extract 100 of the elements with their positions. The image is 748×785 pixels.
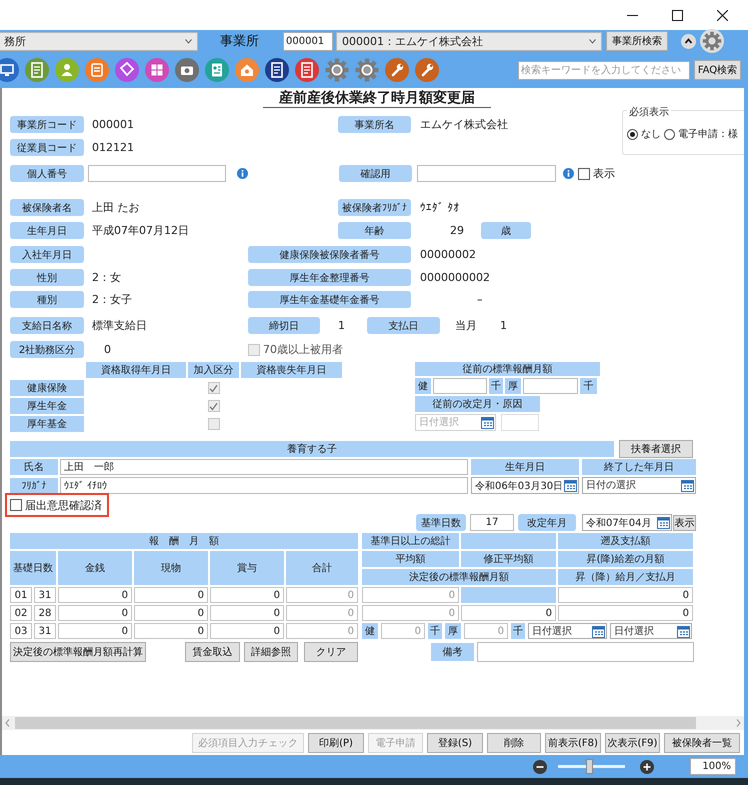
unit-label: 千 xyxy=(511,623,525,639)
gear-icon[interactable] xyxy=(325,58,349,82)
wrench-icon[interactable] xyxy=(385,58,409,82)
calendar-icon xyxy=(677,624,690,638)
radio-button[interactable] xyxy=(664,128,675,140)
office-dropdown[interactable]: 000001：エムケイ株式会社 xyxy=(336,32,602,50)
slider-thumb[interactable] xyxy=(586,759,594,774)
date-field[interactable]: 日付の選択 xyxy=(582,477,696,494)
field-value: 2：女 xyxy=(92,270,122,285)
table-cell: 03 xyxy=(10,623,32,639)
reason-field[interactable] xyxy=(501,414,539,430)
field-value: 0000000002 xyxy=(420,271,490,284)
column-header: 基礎日数 xyxy=(10,551,56,585)
document-icon[interactable] xyxy=(295,58,319,82)
field-label: 入社年月日 xyxy=(10,246,84,263)
id-card-icon[interactable] xyxy=(205,58,229,82)
module-dropdown[interactable]: 務所 xyxy=(0,32,198,50)
clear-button[interactable]: クリア xyxy=(304,642,358,662)
amount-field[interactable]: 0 xyxy=(558,587,693,603)
faq-search-button[interactable]: FAQ検索 xyxy=(694,60,741,80)
checkbox[interactable] xyxy=(10,499,22,511)
amount-field[interactable]: 0 xyxy=(558,605,693,621)
grid-icon[interactable] xyxy=(145,58,169,82)
child-name-field[interactable]: 上田 一郎 xyxy=(60,459,468,475)
field-label: 確認用 xyxy=(339,165,412,182)
field-label: ﾌﾘｶﾞﾅ xyxy=(10,478,58,494)
details-button[interactable]: 詳細参照 xyxy=(244,642,298,662)
column-header: 平均額 xyxy=(362,551,459,567)
table-cell: 02 xyxy=(10,605,32,621)
column-header: 生年月日 xyxy=(471,459,579,475)
chevron-right-icon[interactable] xyxy=(736,719,741,727)
amount-field[interactable]: 0 xyxy=(58,623,132,639)
zoom-level-field[interactable]: 100% xyxy=(690,758,736,775)
dependent-select-button[interactable]: 扶養者選択 xyxy=(619,440,693,458)
close-icon[interactable] xyxy=(717,10,728,20)
amount-field[interactable]: 0 xyxy=(461,605,556,621)
field-value: 平成07年07月12日 xyxy=(92,223,190,238)
row-header: 健康保険 xyxy=(10,380,84,396)
info-icon xyxy=(563,168,574,179)
amount-field[interactable]: 0 xyxy=(210,605,284,621)
chevron-up-icon[interactable] xyxy=(681,34,696,48)
amount-field[interactable]: 0 xyxy=(210,623,284,639)
footer-button[interactable]: 前表示(F8) xyxy=(545,733,601,753)
footer-button[interactable]: 登録(S) xyxy=(427,733,483,753)
amount-field[interactable]: 0 xyxy=(134,623,208,639)
child-kana-field[interactable]: ｳｴﾀﾞ ｲﾁﾛｳ xyxy=(60,477,468,494)
house-icon[interactable] xyxy=(235,58,259,82)
my-number-field[interactable] xyxy=(88,165,226,182)
table-cell: 0 xyxy=(286,623,358,639)
gear-icon[interactable] xyxy=(700,29,724,53)
chevron-left-icon[interactable] xyxy=(5,719,10,727)
footer-button[interactable]: 印刷(P) xyxy=(308,733,364,753)
zoom-in-icon[interactable] xyxy=(640,760,654,774)
date-field[interactable]: 令和07年04月 xyxy=(582,514,672,531)
table-header: 報 酬 月 額 xyxy=(10,533,358,549)
camera-icon[interactable] xyxy=(175,58,199,82)
recalculate-button[interactable]: 決定後の標準報酬月額再計算 xyxy=(10,642,146,662)
wage-import-button[interactable]: 賃金取込 xyxy=(185,642,240,662)
checkbox-label: 表示 xyxy=(593,166,615,181)
section-header: 従前の改定月・原因 xyxy=(415,396,540,412)
maximize-icon[interactable] xyxy=(672,10,683,20)
confirm-field[interactable] xyxy=(417,165,556,182)
amount-field[interactable]: 0 xyxy=(210,587,284,603)
amount-field[interactable]: 0 xyxy=(58,587,132,603)
list-icon[interactable] xyxy=(85,58,109,82)
field-label: 締切日 xyxy=(248,317,320,334)
field-label: 支払日 xyxy=(367,317,440,334)
column-header: 現物 xyxy=(134,551,208,585)
field-label: 歳 xyxy=(481,222,531,239)
office-code-field[interactable]: 000001 xyxy=(283,32,333,50)
field-label: 厚 xyxy=(445,623,461,639)
document-icon[interactable] xyxy=(265,58,289,82)
person-icon[interactable] xyxy=(55,58,79,82)
base-days-field[interactable]: 17 xyxy=(470,514,514,531)
calendar-icon xyxy=(564,479,577,492)
radio-button[interactable] xyxy=(627,128,638,140)
footer-button[interactable]: 削除 xyxy=(487,733,541,753)
office-search-button[interactable]: 事業所検索 xyxy=(606,31,668,51)
amount-field[interactable]: 0 xyxy=(134,587,208,603)
zoom-out-icon[interactable] xyxy=(533,760,547,774)
remarks-field[interactable] xyxy=(477,642,694,662)
date-field[interactable]: 令和06年03月30日 xyxy=(471,477,579,494)
amount-field[interactable]: 0 xyxy=(58,605,132,621)
horizontal-scrollbar[interactable] xyxy=(2,716,744,730)
table-cell: 0 xyxy=(286,587,358,603)
checkbox[interactable] xyxy=(578,168,590,180)
amount-field[interactable] xyxy=(433,378,487,394)
gear-icon[interactable] xyxy=(355,58,379,82)
section-header: 従前の標準報酬月額 xyxy=(415,362,600,376)
monitor-icon[interactable] xyxy=(0,58,19,82)
unit-label: 千 xyxy=(428,623,442,639)
amount-field[interactable] xyxy=(523,378,578,394)
footer-button[interactable]: 被保険者一覧 xyxy=(664,733,740,753)
column-header: 資格喪失年月日 xyxy=(241,362,342,378)
search-field[interactable]: 検索キーワードを入力してください xyxy=(518,60,690,80)
column-header: 資格取得年月日 xyxy=(86,362,186,378)
wrench-icon[interactable] xyxy=(415,58,439,82)
show-button[interactable]: 表示 xyxy=(673,514,696,530)
footer-button[interactable]: 次表示(F9) xyxy=(605,733,660,753)
amount-field[interactable]: 0 xyxy=(134,605,208,621)
